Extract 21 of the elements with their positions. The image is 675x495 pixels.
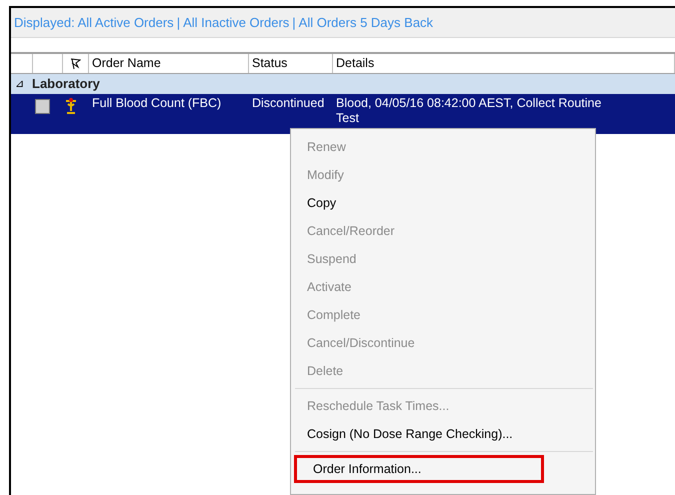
filter-link[interactable]: All Orders 5 Days Back bbox=[298, 12, 434, 32]
flag-icon bbox=[70, 58, 81, 70]
column-header[interactable]: Status bbox=[249, 54, 333, 73]
group-label: Laboratory bbox=[32, 75, 100, 94]
checkbox[interactable] bbox=[35, 99, 50, 114]
group-row[interactable]: ⊿ Laboratory bbox=[11, 74, 675, 94]
lab-icon bbox=[63, 97, 79, 115]
link-separator: | bbox=[292, 14, 296, 32]
column-header[interactable]: Order Name bbox=[89, 54, 249, 73]
filter-link[interactable]: Displayed: All Active Orders bbox=[14, 12, 174, 32]
menu-item[interactable]: Order Information... bbox=[294, 455, 544, 483]
link-separator: | bbox=[176, 14, 180, 32]
menu-item[interactable]: Cosign (No Dose Range Checking)... bbox=[291, 420, 595, 448]
status-cell: Discontinued bbox=[252, 96, 324, 110]
filter-link[interactable]: All Inactive Orders bbox=[183, 12, 290, 32]
table-row[interactable]: Full Blood Count (FBC) Discontinued Blood, 04/05/16 08:42:00 AEST, Collect Routine Test bbox=[11, 94, 675, 134]
column-header[interactable]: Details bbox=[333, 54, 675, 73]
menu-item[interactable]: Copy bbox=[291, 189, 595, 217]
order-name-cell: Full Blood Count (FBC) bbox=[92, 96, 222, 110]
details-cell: Blood, 04/05/16 08:42:00 AEST, Collect Routine Test bbox=[336, 96, 602, 125]
expander-icon[interactable]: ⊿ bbox=[15, 76, 24, 92]
